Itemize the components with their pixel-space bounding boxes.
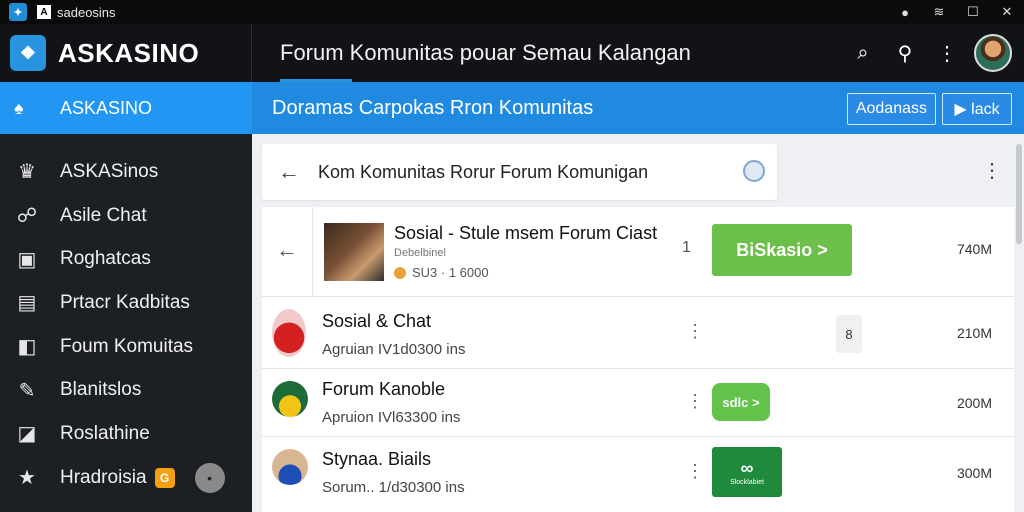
item-subtitle: Apruion IVl63300 ins: [322, 409, 461, 426]
item-size: 300M: [956, 465, 992, 481]
sidebar-item-label: Asile Chat: [60, 204, 147, 226]
divider: [312, 207, 313, 297]
item-size: 740M: [956, 241, 992, 257]
title-bar: ✦ A sadeosins ● ≋ ☐ ✕: [0, 0, 1024, 24]
sidebar-item-blanitslos[interactable]: ✎ Blanitslos: [0, 368, 252, 412]
wifi-icon[interactable]: ≋: [922, 4, 956, 20]
more-options-icon[interactable]: ⋮: [686, 461, 704, 482]
close-button[interactable]: ✕: [990, 4, 1024, 20]
biskasio-button[interactable]: BiSkasio >: [712, 224, 852, 276]
main-content: ← Kom Komunitas Rorur Forum Komunigan ⋮ …: [252, 134, 1024, 512]
sidebar-item-label: Foum Komuitas: [60, 335, 194, 357]
chip-label: Slocklabiet: [730, 479, 764, 486]
sidebar-item-label: Hradroisia: [60, 466, 147, 488]
search-query[interactable]: Kom Komunitas Rorur Forum Komunigan: [318, 162, 648, 183]
breadcrumb: Doramas Carpokas Rron Komunitas: [272, 96, 594, 119]
sidebar-item-askasinos[interactable]: ♛ ASKASinos: [0, 150, 252, 194]
find-icon[interactable]: ⚲: [884, 41, 926, 66]
item-action-button[interactable]: sdlc >: [712, 383, 770, 421]
badge: G: [154, 467, 175, 488]
panel-icon: ◪: [17, 423, 37, 446]
maximize-button[interactable]: ☐: [956, 4, 990, 20]
table-icon: ▤: [17, 292, 37, 315]
sub-header: Doramas Carpokas Rron Komunitas Aodanass…: [252, 82, 1024, 134]
list-item[interactable]: Sosial & Chat Agruian IV1d0300 ins ⋮ 8 2…: [262, 297, 1014, 369]
header-actions: ⌕ ⚲ ⋮: [842, 24, 1024, 82]
app-icon: ✦: [9, 3, 27, 21]
brand[interactable]: ❖ ASKASINO: [0, 24, 252, 82]
sidebar-item-forum[interactable]: ◧ Foum Komuitas: [0, 325, 252, 369]
sidebar-item-hradroisia[interactable]: ★ Hradroisia G •: [0, 456, 252, 500]
item-action-button[interactable]: ∞ Slocklabiet: [712, 447, 782, 497]
list-item[interactable]: Forum Kanoble Apruion IVl63300 ins ⋮ sdl…: [262, 369, 1014, 437]
back-arrow-icon[interactable]: ←: [276, 237, 298, 263]
sidebar-list: ♛ ASKASinos ☍ Asile Chat ▣ Roghatcas ▤ P…: [0, 134, 252, 500]
aodanass-button[interactable]: Aodanass: [846, 93, 936, 125]
forum-list: ← Sosial - Stule msem Forum Ciast Debelb…: [262, 207, 1014, 512]
search-icon[interactable]: [743, 160, 765, 182]
sidebar-item-label: Blanitslos: [60, 379, 142, 401]
sidebar-item-label: ASKASINO: [60, 97, 153, 118]
back-arrow-icon[interactable]: ←: [278, 159, 300, 185]
crown-icon: ♛: [18, 161, 36, 184]
item-avatar: [272, 449, 308, 485]
more-options-icon[interactable]: ⋮: [686, 391, 704, 412]
sidebar-item-label: ASKASinos: [60, 160, 159, 182]
a-icon: A: [37, 5, 51, 19]
thumbnail-photo: [324, 223, 384, 281]
item-count: 1: [682, 239, 691, 256]
sidebar-item-chat[interactable]: ☍ Asile Chat: [0, 194, 252, 238]
item-avatar: [272, 381, 308, 417]
forum-icon: ◧: [17, 336, 37, 359]
avatar[interactable]: [974, 34, 1012, 72]
list-item[interactable]: ← Sosial - Stule msem Forum Ciast Debelb…: [262, 207, 1014, 297]
item-title: Stynaa. Biails: [322, 449, 432, 469]
sidebar-item-label: Roghatcas: [60, 248, 151, 270]
page-title: Forum Komunitas pouar Semau Kalangan: [280, 24, 691, 82]
sidebar: ♠ ASKASINO ♛ ASKASinos ☍ Asile Chat ▣ Ro…: [0, 82, 252, 512]
meta-icon: [394, 266, 406, 279]
search-bar[interactable]: ← Kom Komunitas Rorur Forum Komunigan: [262, 144, 777, 200]
item-subtitle: Debelbinel: [394, 247, 446, 259]
item-action-chip[interactable]: 8: [836, 315, 862, 353]
sidebar-item-label: Prtacr Kadbitas: [60, 291, 190, 313]
more-options-icon[interactable]: ⋮: [982, 158, 1002, 183]
pen-icon: ✎: [18, 379, 36, 402]
brand-logo-icon: ❖: [10, 35, 46, 71]
lack-button[interactable]: ▶ lack: [942, 93, 1012, 125]
item-avatar: [272, 309, 306, 357]
item-subtitle: Agruian IV1d0300 ins: [322, 341, 466, 358]
sidebar-item-roghatcas[interactable]: ▣ Roghatcas: [0, 237, 252, 281]
brand-name: ASKASINO: [58, 37, 200, 68]
scrollbar[interactable]: [1016, 144, 1022, 244]
status-icon[interactable]: ●: [888, 5, 922, 20]
meta-text: SU3 · 1 6000: [412, 265, 489, 280]
star-icon: ★: [18, 467, 36, 490]
item-meta: SU3 · 1 6000: [394, 265, 489, 280]
infinity-icon: ∞: [740, 458, 754, 478]
window-title: sadeosins: [57, 4, 116, 20]
sidebar-item-label: Roslathine: [60, 422, 150, 444]
app-header: ❖ ASKASINO Forum Komunitas pouar Semau K…: [0, 24, 1024, 82]
more-options-icon[interactable]: ⋮: [926, 41, 968, 66]
grid-icon: ▣: [17, 248, 37, 271]
app-window: ✦ A sadeosins ● ≋ ☐ ✕ ❖ ASKASINO Forum K…: [0, 0, 1024, 512]
item-title: Sosial - Stule msem Forum Ciast: [394, 223, 658, 243]
spade-icon: ♠: [14, 97, 24, 118]
item-subtitle: Sorum.. 1/d30300 ins: [322, 479, 465, 496]
sidebar-item-prtacr[interactable]: ▤ Prtacr Kadbitas: [0, 281, 252, 325]
item-size: 210M: [956, 325, 992, 341]
toggle[interactable]: •: [194, 462, 225, 493]
window-controls: ● ≋ ☐ ✕: [888, 0, 1024, 24]
item-title: Forum Kanoble: [322, 379, 446, 399]
item-size: 200M: [956, 395, 992, 411]
chat-icon: ☍: [16, 205, 38, 228]
sidebar-item-askasino[interactable]: ♠ ASKASINO: [0, 82, 252, 134]
search-icon[interactable]: ⌕: [842, 42, 884, 65]
item-title: Sosial & Chat: [322, 311, 432, 331]
sidebar-item-roslathine[interactable]: ◪ Roslathine: [0, 412, 252, 456]
list-item[interactable]: Stynaa. Biails Sorum.. 1/d30300 ins ⋮ ∞ …: [262, 437, 1014, 512]
more-options-icon[interactable]: ⋮: [686, 321, 704, 342]
